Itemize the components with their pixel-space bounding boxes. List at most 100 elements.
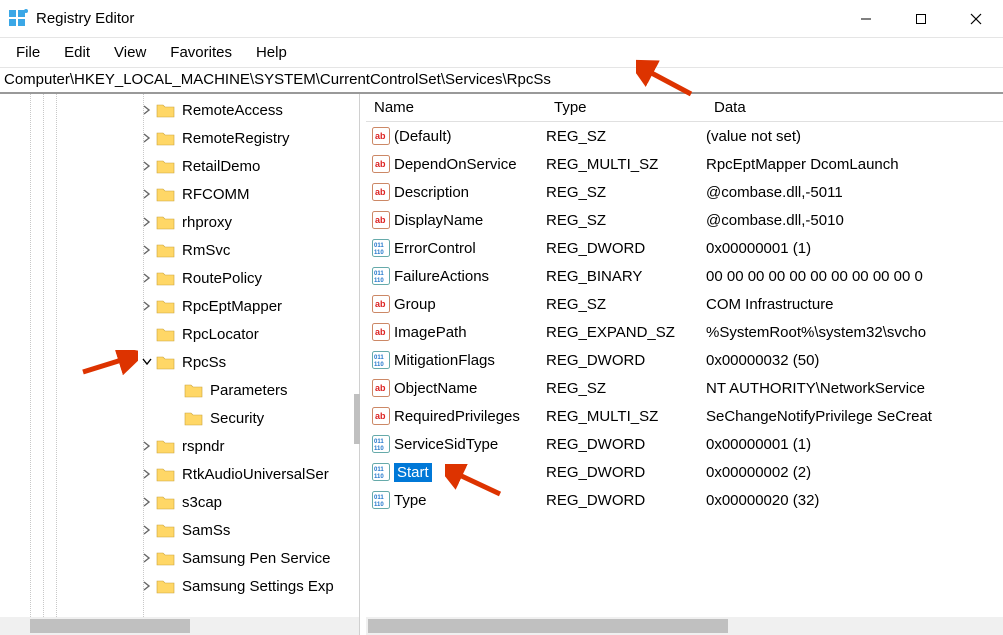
tree-item[interactable]: Security [0,404,359,432]
pane-splitter[interactable] [360,94,366,635]
menu-edit[interactable]: Edit [54,41,100,64]
tree-item-label: RetailDemo [182,158,260,175]
chevron-right-icon[interactable] [140,187,154,201]
menu-favorites[interactable]: Favorites [160,41,242,64]
value-row[interactable]: DependOnServiceREG_MULTI_SZRpcEptMapper … [366,150,1003,178]
value-row[interactable]: (Default)REG_SZ(value not set) [366,122,1003,150]
tree-item[interactable]: rspndr [0,432,359,460]
value-row[interactable]: MitigationFlagsREG_DWORD0x00000032 (50) [366,346,1003,374]
tree-item-label: Samsung Pen Service [182,550,330,567]
chevron-right-icon[interactable] [140,215,154,229]
value-row[interactable]: DisplayNameREG_SZ@combase.dll,-5010 [366,206,1003,234]
tree-item-label: SamSs [182,522,230,539]
app-icon [8,9,28,29]
tree-item[interactable]: rhproxy [0,208,359,236]
value-data: %SystemRoot%\system32\svcho [698,324,1003,341]
value-data: NT AUTHORITY\NetworkService [698,380,1003,397]
tree-item[interactable]: RpcSs [0,348,359,376]
tree-item[interactable]: RFCOMM [0,180,359,208]
tree-horizontal-scrollbar[interactable] [0,617,359,635]
folder-icon [156,466,176,482]
window-title: Registry Editor [36,10,134,27]
value-row[interactable]: StartREG_DWORD0x00000002 (2) [366,458,1003,486]
value-row[interactable]: ServiceSidTypeREG_DWORD0x00000001 (1) [366,430,1003,458]
tree-item[interactable]: RpcLocator [0,320,359,348]
value-row[interactable]: TypeREG_DWORD0x00000020 (32) [366,486,1003,514]
value-type: REG_SZ [538,212,698,229]
value-data: (value not set) [698,128,1003,145]
value-type: REG_SZ [538,296,698,313]
column-data[interactable]: Data [706,99,1003,116]
value-data: RpcEptMapper DcomLaunch [698,156,1003,173]
chevron-right-icon[interactable] [140,159,154,173]
values-list[interactable]: (Default)REG_SZ(value not set)DependOnSe… [366,122,1003,617]
tree-item[interactable]: RoutePolicy [0,264,359,292]
binary-value-icon [372,267,390,285]
value-row[interactable]: ObjectNameREG_SZNT AUTHORITY\NetworkServ… [366,374,1003,402]
tree-item[interactable]: s3cap [0,488,359,516]
main-panes: RemoteAccess RemoteRegistry RetailDemo RFCO… [0,94,1003,635]
close-button[interactable] [948,0,1003,38]
maximize-button[interactable] [893,0,948,38]
value-row[interactable]: DescriptionREG_SZ@combase.dll,-5011 [366,178,1003,206]
values-pane: Name Type Data (Default)REG_SZ(value not… [366,94,1003,635]
tree-item[interactable]: RpcEptMapper [0,292,359,320]
value-type: REG_DWORD [538,352,698,369]
address-bar[interactable]: Computer\HKEY_LOCAL_MACHINE\SYSTEM\Curre… [0,68,1003,94]
chevron-right-icon[interactable] [140,495,154,509]
menu-file[interactable]: File [6,41,50,64]
value-row[interactable]: ErrorControlREG_DWORD0x00000001 (1) [366,234,1003,262]
value-row[interactable]: FailureActionsREG_BINARY00 00 00 00 00 0… [366,262,1003,290]
value-name: ImagePath [394,324,467,341]
tree-item[interactable]: RemoteAccess [0,96,359,124]
tree-item[interactable]: RemoteRegistry [0,124,359,152]
chevron-right-icon[interactable] [140,103,154,117]
minimize-button[interactable] [838,0,893,38]
tree-item[interactable]: Samsung Pen Service [0,544,359,572]
tree-item-label: RemoteAccess [182,102,283,119]
value-type: REG_DWORD [538,492,698,509]
string-value-icon [372,127,390,145]
value-data: 00 00 00 00 00 00 00 00 00 00 0 [698,268,1003,285]
chevron-right-icon[interactable] [140,523,154,537]
chevron-right-icon[interactable] [140,131,154,145]
values-horizontal-scrollbar[interactable] [366,617,1003,635]
menu-help[interactable]: Help [246,41,297,64]
chevron-right-icon[interactable] [140,439,154,453]
tree-item[interactable]: RmSvc [0,236,359,264]
folder-icon [156,298,176,314]
value-row[interactable]: ImagePathREG_EXPAND_SZ%SystemRoot%\syste… [366,318,1003,346]
binary-value-icon [372,351,390,369]
binary-value-icon [372,435,390,453]
folder-icon [156,578,176,594]
chevron-right-icon[interactable] [140,243,154,257]
tree-item[interactable]: Parameters [0,376,359,404]
value-row[interactable]: RequiredPrivilegesREG_MULTI_SZSeChangeNo… [366,402,1003,430]
tree-item[interactable]: SamSs [0,516,359,544]
folder-icon [184,410,204,426]
chevron-right-icon[interactable] [140,579,154,593]
chevron-down-icon[interactable] [140,355,154,369]
tree-item[interactable]: RtkAudioUniversalSer [0,460,359,488]
value-name: Type [394,492,427,509]
string-value-icon [372,155,390,173]
folder-icon [156,242,176,258]
value-name: ErrorControl [394,240,476,257]
chevron-right-icon[interactable] [140,299,154,313]
value-type: REG_SZ [538,380,698,397]
registry-tree[interactable]: RemoteAccess RemoteRegistry RetailDemo RFCO… [0,94,359,617]
chevron-right-icon[interactable] [140,467,154,481]
menu-view[interactable]: View [104,41,156,64]
value-name: (Default) [394,128,452,145]
values-header: Name Type Data [366,94,1003,122]
tree-item[interactable]: RetailDemo [0,152,359,180]
value-name: RequiredPrivileges [394,408,520,425]
chevron-right-icon[interactable] [140,271,154,285]
tree-item[interactable]: Samsung Settings Exp [0,572,359,600]
value-row[interactable]: GroupREG_SZCOM Infrastructure [366,290,1003,318]
chevron-right-icon[interactable] [140,551,154,565]
value-name: DisplayName [394,212,483,229]
column-type[interactable]: Type [546,99,706,116]
column-name[interactable]: Name [366,99,546,116]
value-name: MitigationFlags [394,352,495,369]
